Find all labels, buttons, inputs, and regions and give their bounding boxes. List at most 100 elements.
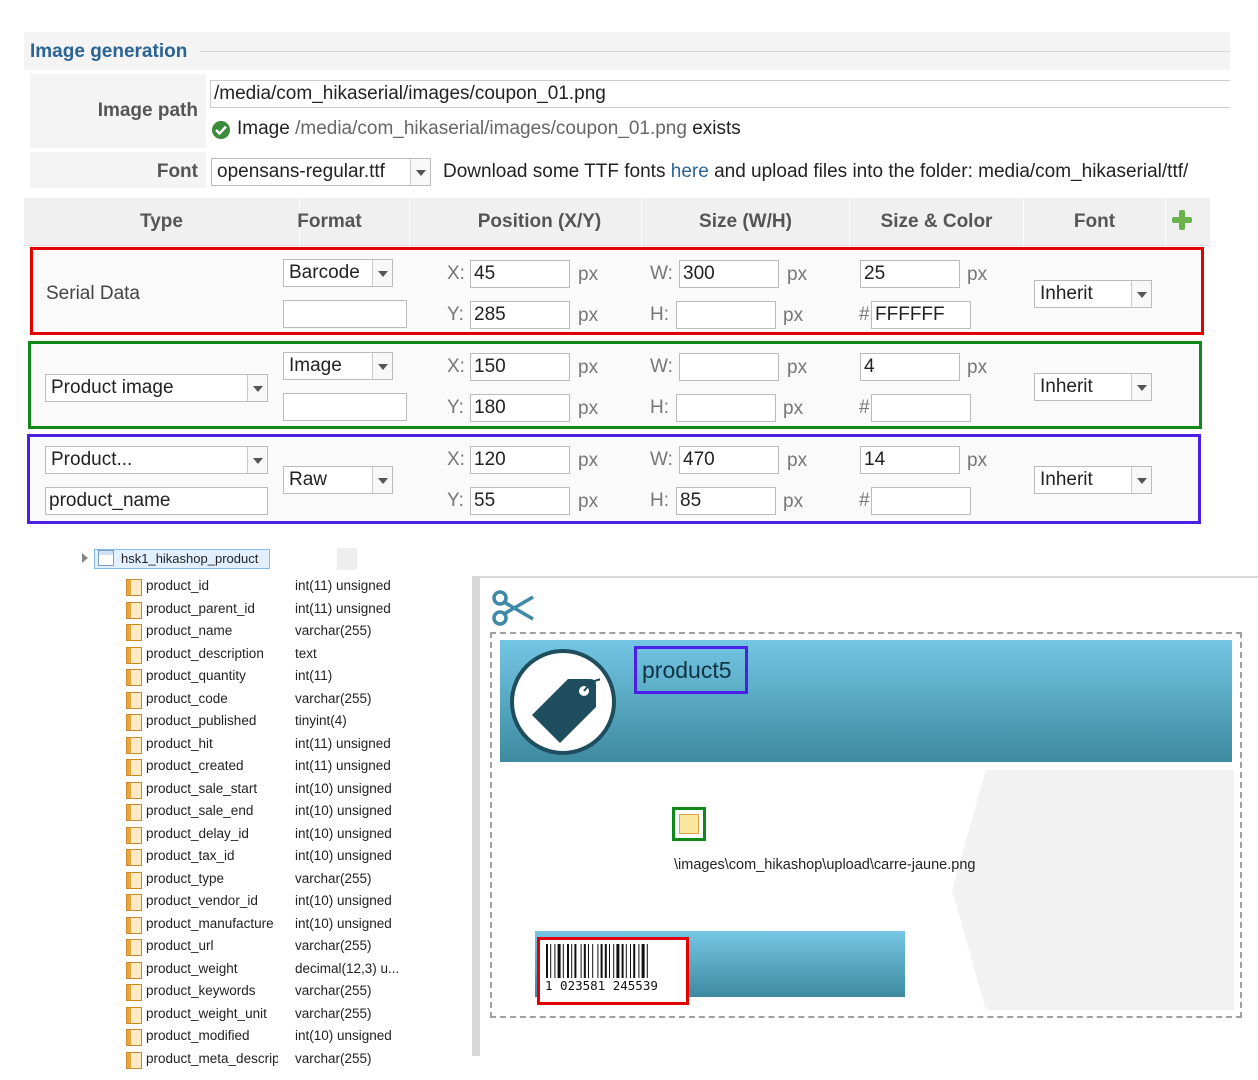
row2-w-input[interactable] [679,353,779,381]
row2-y-input[interactable]: 180 [470,394,570,422]
row1-font-value: Inherit [1040,283,1093,304]
column-name[interactable]: product_id [146,578,278,593]
row2-x-input[interactable]: 150 [470,353,570,381]
row3-color-input[interactable] [871,487,971,515]
row3-h-input[interactable]: 85 [676,487,776,515]
column-icon [126,1051,142,1069]
column-name[interactable]: product_name [146,623,278,638]
column-name[interactable]: product_code [146,691,278,706]
row1-h-unit: px [783,305,804,326]
row2-format-extra-input[interactable] [283,393,407,421]
header-position: Position (X/Y) [438,198,642,246]
column-name[interactable]: product_type [146,871,278,886]
row3-format-select[interactable]: Raw [283,466,393,494]
row1-size-input[interactable]: 25 [860,260,960,288]
column-name[interactable]: product_sale_end [146,803,278,818]
column-name[interactable]: product_description [146,646,278,661]
db-table-node[interactable]: hsk1_hikashop_product [94,549,270,569]
row2-w-label: W: [650,356,673,377]
column-icon [126,669,142,686]
row1-h-label: H: [650,304,669,325]
row3-y-input[interactable]: 55 [470,487,570,515]
scissors-icon [491,589,535,632]
image-path-input[interactable]: /media/com_hikaserial/images/coupon_01.p… [210,80,1230,108]
column-type: tinyint(4) [295,713,347,728]
barcode-bar [554,944,556,978]
barcode-bar [546,944,548,978]
row2-y-unit: px [578,398,599,419]
row1-x-input[interactable]: 45 [470,260,570,288]
barcode-bar [638,944,640,978]
font-select[interactable]: opensans-regular.ttf [211,158,431,186]
row3-h-unit: px [783,491,804,512]
column-icon [126,579,142,596]
column-type: varchar(255) [295,983,372,998]
font-label: Font [30,152,206,188]
column-type: int(10) unsigned [295,1028,392,1043]
column-type: int(10) unsigned [295,915,392,931]
row1-format-extra-input[interactable] [283,300,407,328]
row3-field-input[interactable]: product_name [45,487,268,515]
row3-y-label: Y: [447,490,464,511]
row1-y-input[interactable]: 285 [470,301,570,329]
row3-size-input[interactable]: 14 [860,446,960,474]
row1-color-input[interactable]: FFFFFF [871,301,971,329]
row2-font-select[interactable]: Inherit [1034,373,1152,401]
column-name[interactable]: product_vendor_id [146,893,278,908]
row3-font-select[interactable]: Inherit [1034,466,1152,494]
dropdown-arrow-icon [247,375,267,401]
column-name[interactable]: product_parent_id [146,601,278,616]
font-download-link[interactable]: here [671,161,709,182]
barcode-bar [646,944,648,978]
column-type: varchar(255) [295,690,372,706]
column-name[interactable]: product_weight_unit [146,1006,278,1021]
row3-x-label: X: [447,449,465,470]
column-name[interactable]: product_keywords [146,983,278,998]
barcode-bar [630,944,631,978]
row1-w-input[interactable]: 300 [679,260,779,288]
row2-color-input[interactable] [871,394,971,422]
column-name[interactable]: product_tax_id [146,848,278,863]
expand-triangle-icon[interactable] [82,553,88,563]
column-name[interactable]: product_manufacture [146,916,278,931]
tree-placeholder-box [337,548,357,570]
row2-format-select[interactable]: Image [283,352,393,380]
column-name[interactable]: product_created [146,758,278,773]
column-name[interactable]: product_meta_descrip [146,1051,278,1066]
column-name[interactable]: product_sale_start [146,781,278,796]
column-icon [126,849,142,866]
column-name[interactable]: product_delay_id [146,826,278,841]
column-icon [126,781,142,799]
column-type: int(11) [295,668,333,683]
row2-type-select[interactable]: Product image [45,374,268,402]
row2-x-label: X: [447,356,465,377]
row1-font-select[interactable]: Inherit [1034,280,1152,308]
row1-size-unit: px [967,264,988,285]
column-name[interactable]: product_published [146,713,278,728]
column-name[interactable]: product_hit [146,736,278,751]
row2-h-input[interactable] [676,394,776,422]
row1-format-select[interactable]: Barcode [283,259,393,287]
row3-x-input[interactable]: 120 [470,446,570,474]
column-icon [126,894,142,911]
price-tag-icon [528,675,609,743]
row1-x-unit: px [578,264,599,285]
barcode-bar [557,944,561,978]
add-row-plus-icon[interactable] [1171,209,1193,231]
row3-type-select[interactable]: Product... [45,446,268,474]
row2-h-label: H: [650,397,669,418]
row1-h-input[interactable] [676,301,776,329]
column-name[interactable]: product_weight [146,961,278,976]
column-type: text [295,645,317,661]
row2-size-input[interactable]: 4 [860,353,960,381]
barcode-bar [621,944,624,978]
barcode-bar [641,944,645,978]
column-type: varchar(255) [295,623,372,638]
column-name[interactable]: product_quantity [146,668,278,683]
row3-w-input[interactable]: 470 [679,446,779,474]
barcode-bar [550,944,552,978]
column-name[interactable]: product_modified [146,1028,278,1043]
column-icon [126,961,142,979]
column-name[interactable]: product_url [146,938,278,953]
exists-path: /media/com_hikaserial/images/coupon_01.p… [295,118,687,139]
